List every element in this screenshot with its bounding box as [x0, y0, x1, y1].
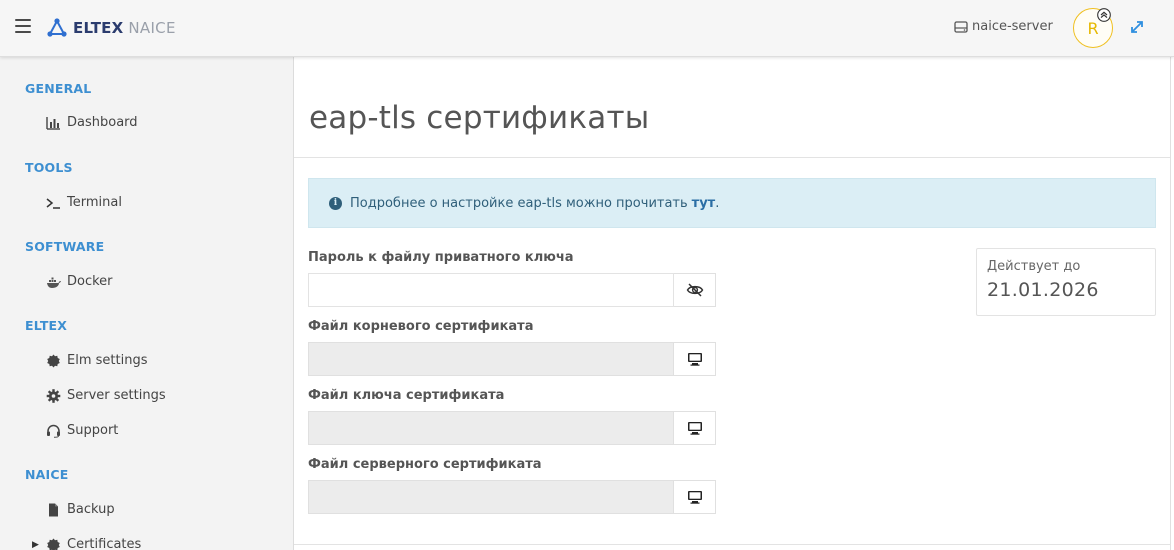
private-key-password-group — [308, 273, 716, 307]
server-icon — [954, 20, 968, 33]
sidebar: GENERAL Dashboard TOOLS Terminal SOFTWAR… — [0, 57, 294, 550]
certificate-key-file-input[interactable] — [308, 411, 674, 445]
server-indicator: naice-server — [954, 19, 1053, 34]
sidebar-item-dashboard[interactable]: Dashboard — [45, 115, 138, 130]
info-text: Подробнее о настройке eap-tls можно проч… — [350, 195, 688, 211]
main-content: eap-tls сертификаты i Подробнее о настро… — [294, 57, 1174, 550]
sidebar-item-backup[interactable]: Backup — [45, 502, 115, 517]
headset-icon — [45, 424, 61, 438]
monitor-icon — [687, 353, 702, 366]
sidebar-section-naice: NAICE — [25, 467, 69, 482]
server-certificate-file-group — [308, 480, 716, 514]
server-name: naice-server — [972, 19, 1053, 34]
brand-name: ELTEX — [73, 19, 124, 37]
eye-slash-icon — [686, 283, 703, 297]
monitor-icon — [687, 422, 702, 435]
sidebar-item-support[interactable]: Support — [45, 423, 118, 438]
caret-right-icon[interactable]: ▶ — [32, 540, 39, 550]
divider — [294, 157, 1170, 158]
docker-icon — [45, 275, 61, 289]
file-icon — [45, 503, 61, 517]
product-name: NAICE — [128, 19, 176, 37]
sidebar-item-label: Server settings — [67, 388, 166, 403]
root-certificate-file-group — [308, 342, 716, 376]
info-alert: i Подробнее о настройке eap-tls можно пр… — [308, 178, 1156, 228]
sidebar-item-label: Certificates — [67, 537, 142, 550]
monitor-icon — [687, 491, 702, 504]
top-bar: ELTEX NAICE naice-server R — [0, 0, 1174, 57]
eltex-logo-icon — [47, 18, 67, 37]
info-icon: i — [329, 196, 342, 210]
browse-certificate-key-button[interactable] — [674, 411, 716, 445]
certificate-key-file-group — [308, 411, 716, 445]
private-key-password-input[interactable] — [308, 273, 674, 307]
validity-date: 21.01.2026 — [987, 279, 1099, 301]
validity-label: Действует до — [987, 259, 1081, 274]
sidebar-item-elm-settings[interactable]: Elm settings — [45, 353, 147, 368]
gear-icon — [45, 388, 61, 403]
sidebar-section-software: SOFTWARE — [25, 239, 105, 254]
sidebar-section-eltex: ELTEX — [25, 318, 68, 333]
certificate-validity-card: Действует до 21.01.2026 — [976, 248, 1156, 316]
root-certificate-file-label: Файл корневого сертификата — [308, 319, 534, 334]
sidebar-item-label: Docker — [67, 274, 113, 289]
server-certificate-file-input[interactable] — [308, 480, 674, 514]
info-link[interactable]: тут — [692, 196, 716, 211]
brand-logo[interactable]: ELTEX NAICE — [47, 17, 176, 39]
sidebar-item-label: Backup — [67, 502, 115, 517]
sidebar-item-label: Support — [67, 423, 119, 438]
sidebar-section-general: GENERAL — [25, 81, 92, 96]
sidebar-item-label: Dashboard — [67, 115, 138, 130]
sidebar-item-server-settings[interactable]: Server settings — [45, 388, 166, 403]
sidebar-item-certificates[interactable]: Certificates — [45, 537, 141, 550]
certificate-key-file-label: Файл ключа сертификата — [308, 388, 505, 403]
terminal-icon — [45, 196, 61, 210]
server-certificate-file-label: Файл серверного сертификата — [308, 457, 542, 472]
fullscreen-expand-icon[interactable] — [1129, 19, 1145, 35]
badge-icon — [45, 354, 61, 368]
sidebar-item-label: Terminal — [67, 195, 122, 210]
sidebar-section-tools: TOOLS — [25, 160, 73, 175]
sidebar-item-label: Elm settings — [67, 353, 148, 368]
menu-icon[interactable] — [15, 19, 31, 33]
browse-root-certificate-button[interactable] — [674, 342, 716, 376]
root-certificate-file-input[interactable] — [308, 342, 674, 376]
badge-icon — [45, 538, 61, 550]
divider — [294, 544, 1170, 545]
browse-server-certificate-button[interactable] — [674, 480, 716, 514]
sidebar-item-docker[interactable]: Docker — [45, 274, 113, 289]
bar-chart-icon — [45, 116, 61, 130]
sidebar-item-terminal[interactable]: Terminal — [45, 195, 122, 210]
divider — [1170, 57, 1171, 550]
chevron-up-double-icon[interactable] — [1097, 8, 1111, 22]
private-key-password-label: Пароль к файлу приватного ключа — [308, 250, 574, 265]
page-title: eap-tls сертификаты — [309, 100, 650, 136]
info-suffix: . — [715, 195, 720, 211]
toggle-password-visibility-button[interactable] — [674, 273, 716, 307]
